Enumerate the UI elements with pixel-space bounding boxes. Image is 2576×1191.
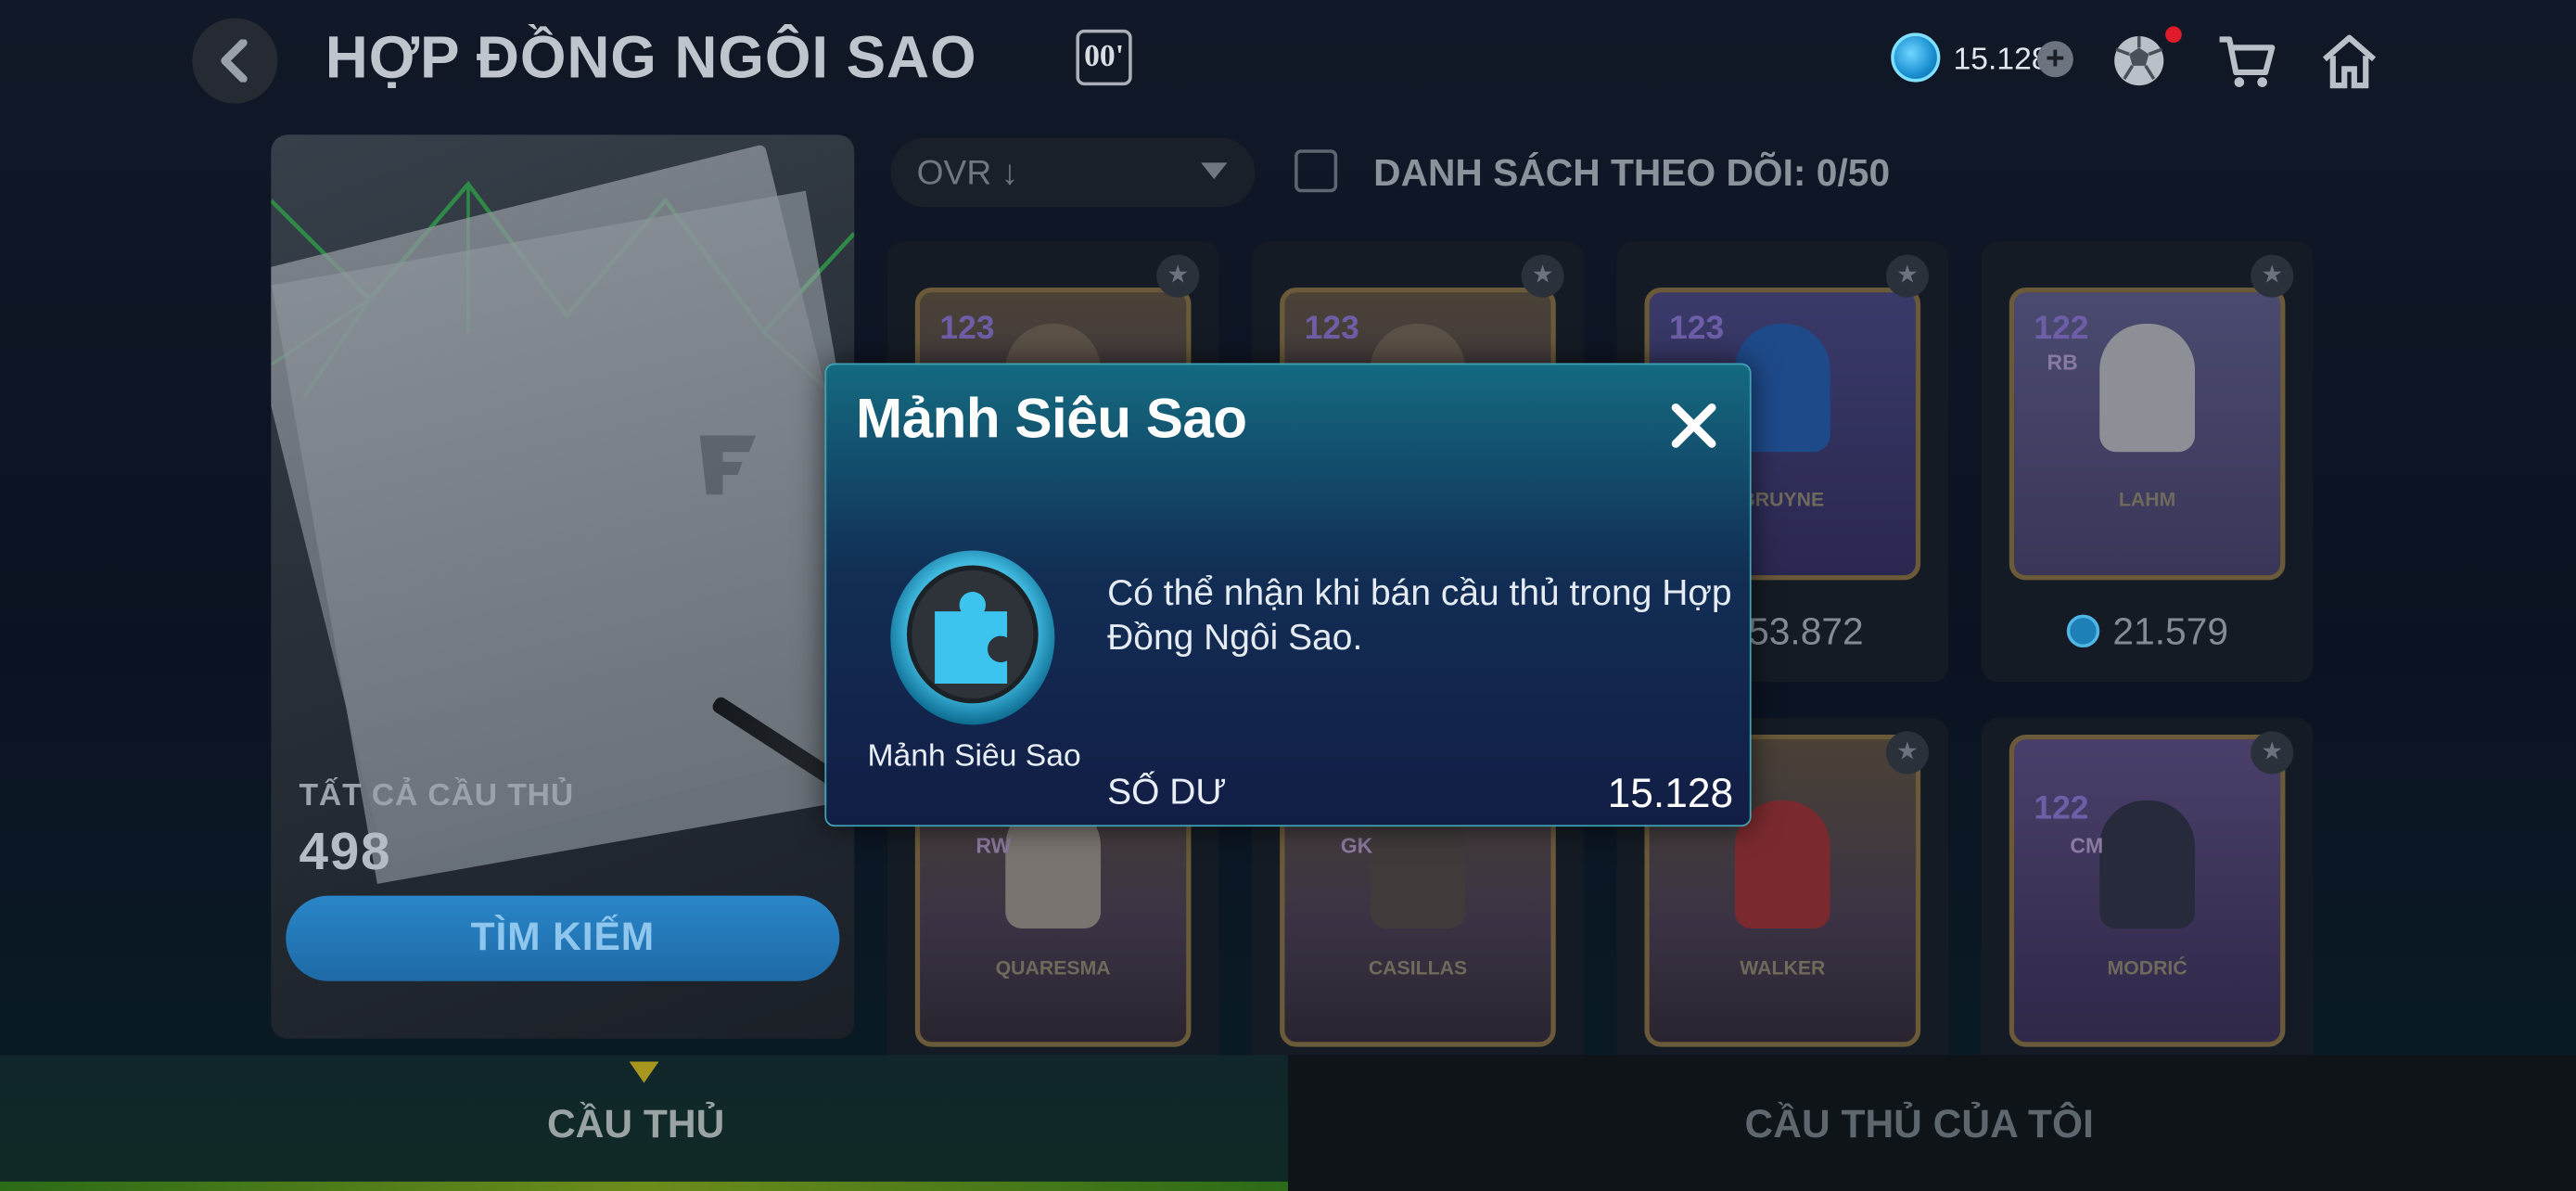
- card-ovr: 123: [939, 310, 995, 347]
- item-info-dialog: Mảnh Siêu Sao Mảnh Siêu Sao Có thể nhận …: [824, 363, 1752, 827]
- star-icon[interactable]: ★: [1156, 254, 1200, 298]
- card-ovr: 122: [2034, 310, 2089, 347]
- star-icon[interactable]: ★: [1521, 254, 1564, 298]
- star-icon[interactable]: ★: [1885, 254, 1929, 298]
- card-position: GK: [1340, 833, 1373, 858]
- card-price: 21.579: [2112, 609, 2229, 653]
- tab-my-players-label: CẦU THỦ CỦA TÔI: [1744, 1102, 2094, 1147]
- star-icon[interactable]: ★: [2251, 254, 2294, 298]
- watchlist-label: DANH SÁCH THEO DÕI: 0/50: [1373, 150, 1891, 195]
- dialog-title: Mảnh Siêu Sao: [856, 388, 1247, 451]
- fc-logo-icon: [699, 435, 756, 495]
- player-card[interactable]: ★ 122 RB LAHM 21.579: [1981, 241, 2314, 683]
- season-badge: 00': [1076, 29, 1132, 86]
- card-player-name: QUARESMA: [995, 956, 1111, 980]
- screen: HỢP ĐỒNG NGÔI SAO 00' 15.128 + TẤT CẢ CẦ…: [0, 0, 2576, 1191]
- card-ovr: 123: [1304, 310, 1359, 347]
- player-count-label: TẤT CẢ CẦU THỦ: [299, 778, 575, 813]
- card-player-name: CASILLAS: [1368, 956, 1468, 980]
- item-description: Có thể nhận khi bán cầu thủ trong Hợp Đồ…: [1107, 571, 1732, 658]
- balance-value: 15.128: [1607, 770, 1734, 817]
- ball-icon[interactable]: [2108, 30, 2170, 92]
- sort-label: OVR ↓: [916, 154, 1019, 193]
- star-icon[interactable]: ★: [1885, 731, 1929, 775]
- active-tab-indicator: [629, 1061, 659, 1083]
- card-price: 53.872: [1748, 609, 1864, 653]
- tab-players-label: CẦU THỦ: [546, 1102, 725, 1147]
- watchlist-checkbox[interactable]: [1294, 149, 1338, 193]
- search-button[interactable]: TÌM KIẾM: [286, 895, 840, 981]
- coin-icon: [2066, 614, 2100, 648]
- cart-icon[interactable]: [2214, 30, 2276, 92]
- card-player-name: WALKER: [1740, 956, 1826, 980]
- card-position: RB: [2047, 350, 2078, 375]
- add-coins-button[interactable]: +: [2036, 41, 2073, 78]
- item-caption: Mảnh Siêu Sao: [867, 739, 1081, 775]
- active-tab-glow: [0, 1181, 1289, 1191]
- balance-label: SỐ DƯ: [1107, 770, 1227, 813]
- card-ovr: 122: [2034, 790, 2089, 827]
- card-position: CM: [2070, 833, 2104, 858]
- coin-icon: [1891, 32, 1941, 83]
- card-position: RW: [976, 833, 1012, 858]
- page-title: HỢP ĐỒNG NGÔI SAO: [325, 22, 977, 91]
- coin-balance: 15.128: [1953, 43, 2049, 78]
- home-icon[interactable]: [2318, 30, 2380, 92]
- card-player-name: MODRIĆ: [2107, 956, 2187, 980]
- puzzle-piece-icon: [890, 550, 1055, 725]
- player-count-value: 498: [299, 821, 392, 881]
- notification-dot: [2165, 26, 2182, 44]
- back-arrow-icon: [221, 39, 248, 83]
- back-button[interactable]: [192, 18, 278, 104]
- chevron-down-icon: [1201, 162, 1228, 180]
- card-ovr: 123: [1669, 310, 1725, 347]
- star-icon[interactable]: ★: [2251, 731, 2294, 775]
- card-player-name: LAHM: [2118, 488, 2176, 511]
- close-icon[interactable]: [1661, 392, 1727, 458]
